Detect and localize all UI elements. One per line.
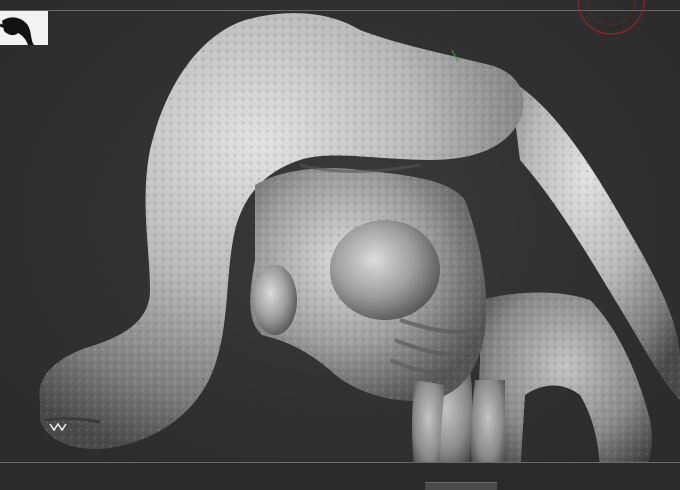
model-silhouette-icon: [0, 17, 34, 45]
sculpted-creature-model[interactable]: [0, 0, 680, 490]
navigator-thumbnail[interactable]: [0, 11, 48, 45]
bottom-tray-tab[interactable]: [425, 482, 497, 490]
rotation-gizmo-icon[interactable]: [576, 0, 646, 36]
bottom-shelf: [0, 463, 680, 490]
sculpt-viewport[interactable]: [0, 0, 680, 490]
